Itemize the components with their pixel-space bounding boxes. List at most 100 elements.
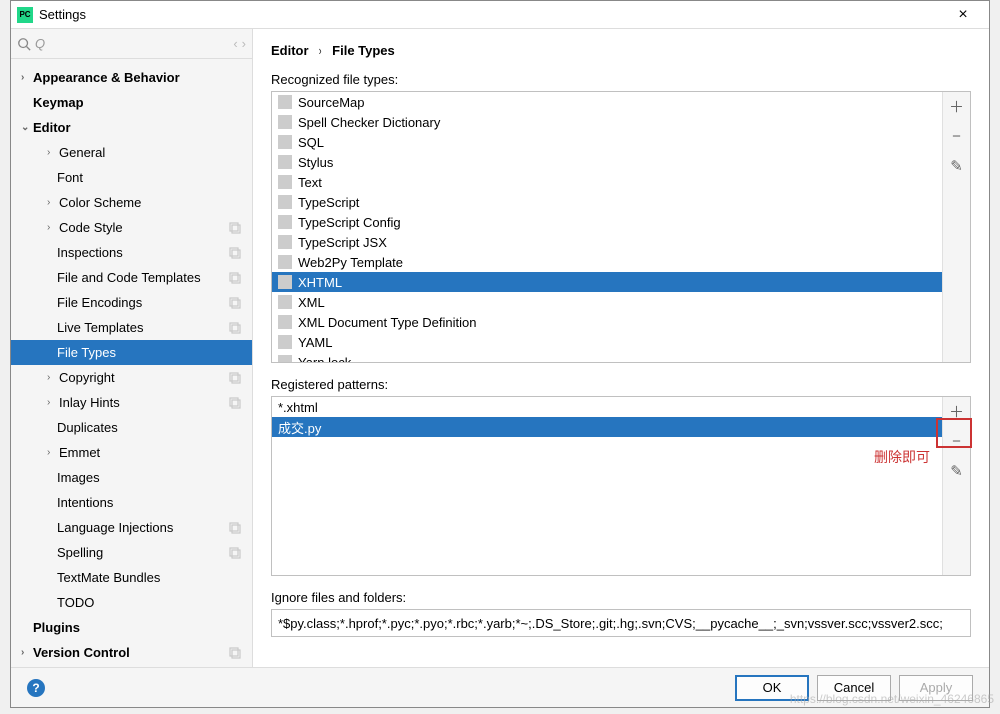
settings-tree[interactable]: ›Appearance & Behavior Keymap ⌄Editor ›G… [11, 59, 252, 667]
chevron-right-icon: › [47, 397, 59, 408]
copy-icon [228, 371, 242, 385]
app-icon: PC [17, 7, 33, 23]
filetype-icon [278, 355, 292, 362]
filetype-label: TypeScript JSX [298, 235, 387, 250]
tree-langinj[interactable]: Language Injections [11, 515, 252, 540]
edit-button[interactable]: ✎ [947, 461, 967, 481]
tree-copyright[interactable]: ›Copyright [11, 365, 252, 390]
filetype-icon [278, 175, 292, 189]
filetype-label: XML Document Type Definition [298, 315, 476, 330]
filetype-item[interactable]: Stylus [272, 152, 942, 172]
filetype-label: TypeScript Config [298, 215, 401, 230]
filetypes-list-wrap: SourceMap Spell Checker Dictionary SQL Styl… [271, 91, 971, 363]
filetype-label: Web2Py Template [298, 255, 403, 270]
copy-icon [228, 296, 242, 310]
add-button[interactable]: ＋ [947, 401, 967, 421]
filetype-icon [278, 315, 292, 329]
annotation-text: 删除即可 [874, 447, 930, 467]
close-icon[interactable]: × [943, 6, 983, 24]
pattern-item[interactable]: 成交.py [272, 417, 942, 437]
copy-icon [228, 221, 242, 235]
filetype-label: Spell Checker Dictionary [298, 115, 440, 130]
patterns-list-wrap: *.xhtml成交.py ＋ − ✎ 删除即可 [271, 396, 971, 576]
tree-general[interactable]: ›General [11, 140, 252, 165]
registered-label: Registered patterns: [271, 377, 971, 392]
filetype-item[interactable]: XHTML [272, 272, 942, 292]
tree-livetpl[interactable]: Live Templates [11, 315, 252, 340]
filetype-item[interactable]: XML Document Type Definition [272, 312, 942, 332]
filetype-label: SourceMap [298, 95, 364, 110]
filetype-icon [278, 255, 292, 269]
tree-colorscheme[interactable]: ›Color Scheme [11, 190, 252, 215]
add-button[interactable]: ＋ [947, 96, 967, 116]
filetype-item[interactable]: Spell Checker Dictionary [272, 112, 942, 132]
filetype-item[interactable]: SourceMap [272, 92, 942, 112]
filetype-item[interactable]: TypeScript [272, 192, 942, 212]
pattern-item[interactable]: *.xhtml [272, 397, 942, 417]
filetype-item[interactable]: Text [272, 172, 942, 192]
tree-keymap[interactable]: Keymap [11, 90, 252, 115]
filetype-icon [278, 135, 292, 149]
copy-icon [228, 271, 242, 285]
tree-todo[interactable]: TODO [11, 590, 252, 615]
tree-plugins[interactable]: Plugins [11, 615, 252, 640]
filetype-item[interactable]: SQL [272, 132, 942, 152]
search-input[interactable] [35, 36, 229, 51]
filetype-item[interactable]: Yarn.lock [272, 352, 942, 362]
chevron-right-icon: › [47, 222, 59, 233]
copy-icon [228, 246, 242, 260]
help-icon[interactable]: ? [27, 679, 45, 697]
tree-appearance[interactable]: ›Appearance & Behavior [11, 65, 252, 90]
window-title: Settings [39, 7, 943, 22]
copy-icon [228, 321, 242, 335]
chevron-right-icon: › [21, 647, 33, 658]
titlebar: PC Settings × [11, 1, 989, 29]
filetype-label: SQL [298, 135, 324, 150]
tree-intentions[interactable]: Intentions [11, 490, 252, 515]
remove-button[interactable]: − [947, 431, 967, 451]
tree-images[interactable]: Images [11, 465, 252, 490]
tree-spelling[interactable]: Spelling [11, 540, 252, 565]
copy-icon [228, 396, 242, 410]
tree-codestyle[interactable]: ›Code Style [11, 215, 252, 240]
copy-icon [228, 521, 242, 535]
ignore-input[interactable] [271, 609, 971, 637]
filetype-item[interactable]: YAML [272, 332, 942, 352]
remove-button[interactable]: − [947, 126, 967, 146]
tree-duplicates[interactable]: Duplicates [11, 415, 252, 440]
tree-emmet[interactable]: ›Emmet [11, 440, 252, 465]
tree-filecodetpl[interactable]: File and Code Templates [11, 265, 252, 290]
filetypes-toolbar: ＋ − ✎ [942, 92, 970, 362]
sidebar: ‹ › ›Appearance & Behavior Keymap ⌄Edito… [11, 29, 253, 667]
filetype-icon [278, 215, 292, 229]
tree-inspections[interactable]: Inspections [11, 240, 252, 265]
edit-button[interactable]: ✎ [947, 156, 967, 176]
patterns-list[interactable]: *.xhtml成交.py [272, 397, 942, 575]
chevron-right-icon: › [47, 447, 59, 458]
breadcrumb: Editor › File Types [271, 43, 971, 58]
filetype-label: Yarn.lock [298, 355, 351, 363]
filetype-label: XHTML [298, 275, 342, 290]
filetype-icon [278, 235, 292, 249]
chevron-left-icon[interactable]: ‹ [233, 36, 237, 51]
filetype-icon [278, 295, 292, 309]
tree-editor[interactable]: ⌄Editor [11, 115, 252, 140]
filetype-item[interactable]: Web2Py Template [272, 252, 942, 272]
tree-filetypes[interactable]: File Types [11, 340, 252, 365]
tree-versionctrl[interactable]: ›Version Control [11, 640, 252, 665]
filetype-item[interactable]: TypeScript Config [272, 212, 942, 232]
filetype-item[interactable]: TypeScript JSX [272, 232, 942, 252]
filetype-icon [278, 195, 292, 209]
filetype-icon [278, 115, 292, 129]
tree-fileenc[interactable]: File Encodings [11, 290, 252, 315]
tree-textmate[interactable]: TextMate Bundles [11, 565, 252, 590]
copy-icon [228, 646, 242, 660]
filetypes-list[interactable]: SourceMap Spell Checker Dictionary SQL Styl… [272, 92, 942, 362]
chevron-right-icon: › [47, 147, 59, 158]
filetype-item[interactable]: XML [272, 292, 942, 312]
tree-font[interactable]: Font [11, 165, 252, 190]
tree-inlay[interactable]: ›Inlay Hints [11, 390, 252, 415]
filetype-label: YAML [298, 335, 332, 350]
chevron-right-icon[interactable]: › [242, 36, 246, 51]
search-bar: ‹ › [11, 29, 252, 59]
